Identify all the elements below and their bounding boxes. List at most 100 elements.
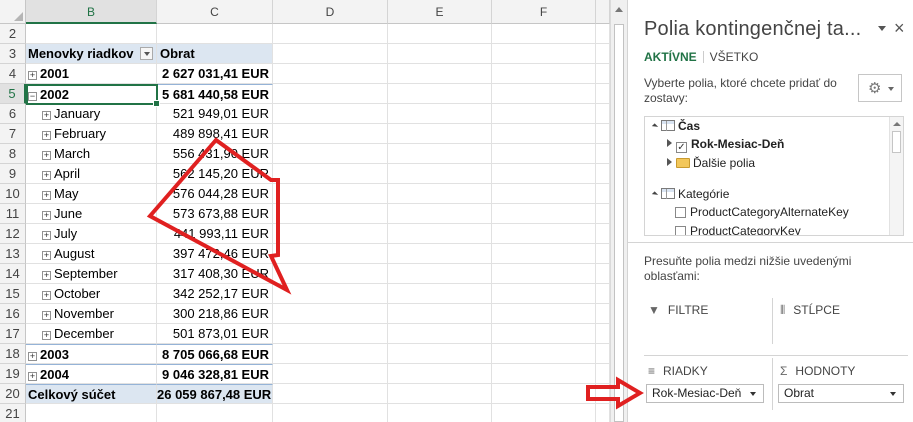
collapse-icon[interactable]: − [28, 92, 37, 101]
empty-cell[interactable] [596, 184, 610, 204]
empty-cell[interactable] [273, 84, 388, 104]
row-header[interactable]: 3 [0, 44, 26, 64]
cell-value[interactable]: 342 252,17 EUR [157, 284, 273, 304]
expand-icon[interactable]: + [28, 71, 37, 80]
empty-cell[interactable] [388, 384, 492, 404]
rows-field-pill[interactable]: Rok-Mesiac-Deň [646, 384, 764, 403]
area-filters[interactable]: ▼ FILTRE [648, 303, 708, 317]
empty-cell[interactable] [388, 204, 492, 224]
expand-icon[interactable]: + [42, 331, 51, 340]
tree-table-cas[interactable]: Čas [651, 117, 700, 135]
expand-icon[interactable]: + [42, 211, 51, 220]
empty-cell[interactable] [596, 344, 610, 364]
empty-cell[interactable] [273, 44, 388, 64]
empty-cell[interactable] [596, 84, 610, 104]
empty-cell[interactable] [492, 404, 596, 422]
column-header-e[interactable]: E [388, 0, 492, 24]
row-header[interactable]: 12 [0, 224, 26, 244]
empty-cell[interactable] [596, 304, 610, 324]
cell-row-label[interactable]: + February [26, 124, 157, 144]
empty-cell[interactable] [273, 224, 388, 244]
cell-value[interactable] [157, 404, 273, 422]
empty-cell[interactable] [273, 64, 388, 84]
empty-cell[interactable] [388, 404, 492, 422]
cell-value[interactable]: 9 046 328,81 EUR [157, 364, 273, 384]
empty-cell[interactable] [596, 224, 610, 244]
expand-triangle-icon[interactable] [667, 158, 672, 166]
empty-cell[interactable] [273, 264, 388, 284]
cell-row-label[interactable]: + June [26, 204, 157, 224]
row-header[interactable]: 5 [0, 84, 26, 104]
empty-cell[interactable] [492, 204, 596, 224]
field-checkbox[interactable] [675, 207, 686, 218]
cell-row-label[interactable]: Menovky riadkov [26, 44, 157, 64]
row-header[interactable]: 9 [0, 164, 26, 184]
empty-cell[interactable] [388, 224, 492, 244]
empty-cell[interactable] [273, 184, 388, 204]
scroll-up-arrow-icon[interactable] [615, 7, 623, 12]
cell-value[interactable]: 300 218,86 EUR [157, 304, 273, 324]
empty-cell[interactable] [596, 24, 610, 44]
empty-cell[interactable] [388, 364, 492, 384]
expand-icon[interactable]: + [42, 191, 51, 200]
row-header[interactable]: 4 [0, 64, 26, 84]
cell-row-label[interactable]: +2003 [26, 344, 157, 364]
expand-icon[interactable]: + [42, 311, 51, 320]
empty-cell[interactable] [492, 304, 596, 324]
cell-value[interactable]: 576 044,28 EUR [157, 184, 273, 204]
column-header-b[interactable]: B [26, 0, 157, 24]
empty-cell[interactable] [596, 44, 610, 64]
cell-row-label[interactable]: + May [26, 184, 157, 204]
tree-field-productcategorykey[interactable]: ProductCategoryKey [675, 222, 801, 235]
expand-icon[interactable]: + [42, 291, 51, 300]
empty-cell[interactable] [273, 204, 388, 224]
empty-cell[interactable] [492, 144, 596, 164]
empty-cell[interactable] [388, 144, 492, 164]
empty-cell[interactable] [492, 244, 596, 264]
empty-cell[interactable] [388, 64, 492, 84]
cell-value[interactable]: 489 898,41 EUR [157, 124, 273, 144]
empty-cell[interactable] [492, 224, 596, 244]
empty-cell[interactable] [273, 384, 388, 404]
empty-cell[interactable] [388, 104, 492, 124]
row-header[interactable]: 20 [0, 384, 26, 404]
empty-cell[interactable] [492, 264, 596, 284]
close-icon[interactable]: × [894, 18, 905, 39]
select-all-corner[interactable] [0, 0, 26, 24]
chevron-down-icon[interactable] [890, 392, 896, 396]
tab-all[interactable]: VŠETKO [710, 50, 759, 64]
empty-cell[interactable] [388, 324, 492, 344]
expand-icon[interactable]: + [42, 151, 51, 160]
empty-cell[interactable] [273, 24, 388, 44]
empty-cell[interactable] [492, 164, 596, 184]
cell-value[interactable]: 5 681 440,58 EUR [157, 84, 273, 104]
spreadsheet-grid[interactable]: B C D E F 2 3 Menovky riadkov Obrat 4 +2001 2 … [0, 0, 610, 422]
empty-cell[interactable] [388, 84, 492, 104]
empty-cell[interactable] [596, 64, 610, 84]
row-header[interactable]: 6 [0, 104, 26, 124]
empty-cell[interactable] [596, 164, 610, 184]
empty-cell[interactable] [596, 144, 610, 164]
empty-cell[interactable] [596, 204, 610, 224]
tree-field-rok-mesiac-den[interactable]: ✓ Rok-Mesiac-Deň [667, 135, 784, 153]
chevron-down-icon[interactable] [750, 392, 756, 396]
empty-cell[interactable] [492, 184, 596, 204]
empty-cell[interactable] [273, 364, 388, 384]
cell-row-label[interactable]: + July [26, 224, 157, 244]
row-header[interactable]: 7 [0, 124, 26, 144]
column-header-f[interactable]: F [492, 0, 596, 24]
row-header[interactable]: 2 [0, 24, 26, 44]
row-header[interactable]: 19 [0, 364, 26, 384]
cell-value[interactable]: 2 627 031,41 EUR [157, 64, 273, 84]
empty-cell[interactable] [273, 284, 388, 304]
expand-icon[interactable]: + [28, 372, 37, 381]
empty-cell[interactable] [388, 44, 492, 64]
field-tree-scrollbar[interactable] [889, 117, 903, 235]
expand-icon[interactable]: + [28, 352, 37, 361]
cell-row-label[interactable]: +2001 [26, 64, 157, 84]
empty-cell[interactable] [273, 104, 388, 124]
empty-cell[interactable] [273, 324, 388, 344]
empty-cell[interactable] [388, 244, 492, 264]
area-columns[interactable]: ⦀ STĹPCE [780, 303, 840, 318]
row-header[interactable]: 15 [0, 284, 26, 304]
